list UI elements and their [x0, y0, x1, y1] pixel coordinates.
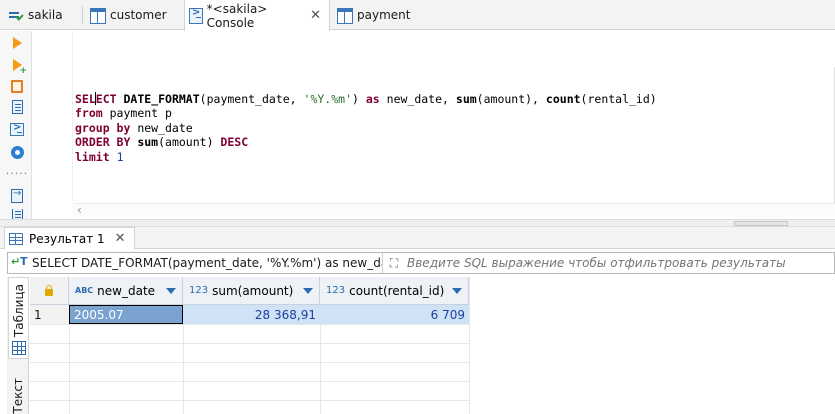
sql-editor[interactable]: SELECT DATE_FORMAT(payment_date, '%Y.%m'…: [33, 31, 835, 219]
code-line-2: from payment p: [75, 106, 172, 120]
tab-table-view[interactable]: Таблица: [8, 277, 28, 359]
document-icon: [11, 100, 23, 114]
query-text-display[interactable]: SELECT DATE_FORMAT(payment_date, '%Y.%m'…: [8, 253, 383, 273]
column-header-sum-amount[interactable]: 123 sum(amount): [183, 277, 320, 305]
tab-label: *<sakila> Console: [206, 1, 268, 30]
tab-customer[interactable]: customer: [86, 0, 175, 30]
results-filter-bar: SELECT DATE_FORMAT(payment_date, '%Y.%m'…: [7, 252, 835, 274]
row-number-header[interactable]: [30, 277, 69, 305]
close-icon[interactable]: ✕: [310, 8, 321, 23]
tab-separator: [82, 6, 83, 24]
sql-text-icon: [11, 255, 29, 270]
table-cell-new-date[interactable]: 2005.07: [69, 305, 183, 324]
column-name: new_date: [97, 283, 156, 298]
export-button[interactable]: [9, 188, 25, 204]
gear-icon: [10, 145, 24, 159]
column-name: sum(amount): [212, 283, 294, 298]
sort-arrow-icon[interactable]: [303, 288, 313, 294]
tab-console[interactable]: *<sakila> Console ✕: [184, 0, 330, 31]
grid-icon: [11, 341, 26, 355]
tab-text-view[interactable]: Текст: [8, 369, 28, 414]
editor-results-splitter[interactable]: [0, 219, 835, 227]
console-button[interactable]: [9, 121, 25, 137]
more-button[interactable]: ·····: [5, 166, 29, 182]
code-line-5: limit 1: [75, 149, 124, 164]
execute-statement-button[interactable]: [9, 35, 25, 51]
settings-button[interactable]: [9, 144, 25, 160]
open-icon: [11, 209, 23, 219]
results-grid[interactable]: ABC new_date 123 sum(amount) 123 count(r…: [30, 277, 835, 414]
table-grid-icon: [9, 232, 23, 245]
sort-arrow-icon[interactable]: [452, 288, 462, 294]
query-text: SELECT DATE_FORMAT(payment_date, '%Y.%m'…: [32, 256, 382, 270]
load-script-button[interactable]: [9, 99, 25, 115]
sort-arrow-icon[interactable]: [166, 288, 176, 294]
table-icon: [90, 8, 106, 24]
tab-text-label: Текст: [11, 378, 25, 414]
open-button[interactable]: [9, 209, 25, 219]
sql-script-icon: [8, 7, 24, 23]
explain-plan-icon: [11, 79, 23, 93]
explain-plan-button[interactable]: [9, 78, 25, 94]
line-number-gutter: [33, 31, 73, 201]
editor-horizontal-scrollbar[interactable]: ‹: [73, 203, 835, 217]
close-icon[interactable]: ✕: [115, 231, 126, 246]
grid-line: [30, 400, 469, 401]
play-icon: [12, 37, 22, 49]
result-tab-label: Результат 1: [29, 231, 105, 246]
code-line-1: SELECT DATE_FORMAT(payment_date, '%Y.%m'…: [75, 91, 657, 106]
grid-line: [30, 362, 469, 363]
results-tab-bar: Результат 1 ✕: [0, 227, 835, 249]
export-icon: [11, 188, 23, 203]
editor-tab-bar: sakila customer *<sakila> Console ✕ paym…: [0, 0, 835, 31]
column-header-count-rental-id[interactable]: 123 count(rental_id): [320, 277, 469, 305]
execute-script-button[interactable]: +: [9, 57, 27, 76]
code-line-4: ORDER BY sum(amount) DESC: [75, 135, 249, 149]
column-header-new-date[interactable]: ABC new_date: [69, 277, 183, 305]
results-view-tabs: Таблица Текст: [7, 277, 29, 414]
tab-result-1[interactable]: Результат 1 ✕: [4, 227, 135, 249]
filter-input[interactable]: [403, 253, 834, 273]
editor-side-toolbar: + ·····: [0, 31, 32, 219]
console-icon: [189, 7, 203, 24]
grid-line: [30, 381, 469, 382]
column-name: count(rental_id): [349, 283, 445, 298]
numeric-type-icon: 123: [326, 285, 346, 296]
tab-label: customer: [110, 8, 167, 22]
plus-icon: +: [19, 66, 27, 76]
text-type-icon: ABC: [75, 286, 94, 295]
tab-sakila[interactable]: sakila: [4, 0, 71, 30]
chevron-left-icon[interactable]: ‹: [77, 203, 82, 217]
tab-table-label: Таблица: [11, 284, 26, 338]
grid-line: [30, 343, 469, 344]
more-icon: ·····: [5, 167, 29, 180]
tab-payment[interactable]: payment: [333, 0, 418, 30]
tab-label: sakila: [28, 8, 63, 22]
tab-label: payment: [357, 8, 411, 22]
expand-icon[interactable]: ⛶: [385, 253, 403, 273]
table-cell-count-rental-id[interactable]: 6 709: [320, 305, 469, 324]
code-line-3: group by new_date: [75, 120, 193, 135]
row-number[interactable]: 1: [30, 305, 69, 324]
table-cell-sum-amount[interactable]: 28 368,91: [183, 305, 320, 324]
grid-line: [469, 277, 470, 414]
sql-code[interactable]: SELECT DATE_FORMAT(payment_date, '%Y.%m'…: [75, 77, 657, 164]
lock-icon: [45, 284, 53, 296]
grid-line: [30, 324, 469, 325]
console-icon: [10, 122, 24, 136]
splitter-handle[interactable]: [734, 221, 788, 226]
numeric-type-icon: 123: [189, 285, 209, 296]
table-icon: [337, 8, 353, 24]
